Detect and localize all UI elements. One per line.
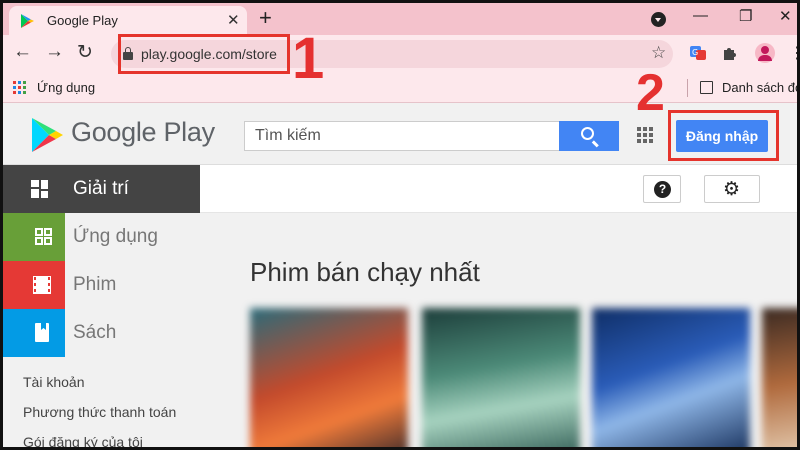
google-play-logo-icon[interactable] (27, 115, 67, 155)
help-icon: ? (654, 181, 671, 198)
search-button[interactable] (559, 121, 619, 151)
restore-button[interactable]: ❐ (739, 7, 752, 25)
reload-button[interactable]: ↻ (77, 41, 93, 64)
reading-list-link[interactable]: Danh sách đọ (722, 80, 797, 95)
sidebar-item-label: Phim (73, 274, 117, 295)
help-button[interactable]: ? (643, 175, 681, 203)
movie-icon (3, 261, 65, 309)
bookmark-star-icon[interactable]: ☆ (651, 43, 666, 63)
back-button[interactable]: ← (13, 41, 32, 63)
link-payment-methods[interactable]: Phương thức thanh toán (23, 404, 176, 420)
forward-button[interactable]: → (45, 41, 64, 63)
movie-poster[interactable] (762, 308, 797, 447)
bookmark-apps-link[interactable]: Ứng dụng (37, 80, 95, 95)
google-apps-icon[interactable] (637, 127, 653, 143)
search-icon (581, 127, 594, 140)
apps-icon (3, 213, 65, 261)
link-subscriptions[interactable]: Gói đăng ký của tôi (23, 434, 143, 447)
google-play-wordmark[interactable]: Google Play (71, 117, 215, 148)
bookmarks-separator (687, 79, 688, 97)
tab-google-play[interactable]: Google Play ✕ (9, 6, 247, 35)
sidebar-item-movies[interactable]: Phim (3, 261, 200, 309)
main-action-bar: ? ⚙ (200, 165, 797, 213)
account-links: Tài khoản Phương thức thanh toán Gói đăn… (3, 357, 200, 447)
search-input[interactable]: Tìm kiếm (244, 121, 560, 151)
tab-strip: Google Play ✕ + — ❐ ✕ (3, 3, 797, 35)
new-tab-button[interactable]: + (259, 5, 272, 31)
apps-shortcut-icon[interactable] (13, 81, 26, 94)
extensions-puzzle-icon[interactable] (721, 44, 739, 62)
link-account[interactable]: Tài khoản (23, 374, 84, 390)
search-placeholder: Tìm kiếm (255, 127, 321, 144)
movie-poster[interactable] (422, 308, 580, 447)
bookmarks-bar: Ứng dụng Danh sách đọ (3, 73, 797, 103)
chrome-menu-icon[interactable]: ⋮ (789, 43, 797, 63)
close-tab-icon[interactable]: ✕ (227, 11, 240, 29)
profile-dropdown-icon[interactable] (651, 12, 666, 27)
book-icon (3, 309, 65, 357)
svg-text:G: G (692, 48, 698, 57)
tab-title: Google Play (47, 13, 118, 28)
profile-avatar-icon[interactable] (755, 43, 775, 63)
category-sidebar: Giải trí Ứng dụng Phim Sách Tài khoản Ph… (3, 165, 200, 447)
entertainment-icon (3, 165, 65, 213)
section-title: Phim bán chạy nhất (250, 257, 480, 287)
translate-extension-icon[interactable]: G (689, 44, 707, 62)
step-number-1: 1 (292, 26, 325, 91)
screenshot-frame: Google Play ✕ + — ❐ ✕ ← → ↻ play.google.… (3, 3, 797, 447)
sidebar-item-label: Sách (73, 322, 117, 343)
step-number-2: 2 (636, 64, 665, 122)
settings-button[interactable]: ⚙ (704, 175, 760, 203)
sidebar-item-label: Ứng dụng (73, 226, 158, 247)
minimize-button[interactable]: — (693, 7, 708, 24)
main-content: ? ⚙ Phim bán chạy nhất (200, 165, 797, 447)
sidebar-item-entertainment[interactable]: Giải trí (3, 165, 200, 213)
sidebar-item-books[interactable]: Sách (3, 309, 200, 357)
reading-list-icon[interactable] (700, 81, 713, 94)
gear-icon: ⚙ (723, 179, 741, 200)
url-highlight-box (118, 34, 290, 74)
movie-poster[interactable] (250, 308, 408, 447)
sidebar-item-apps[interactable]: Ứng dụng (3, 213, 200, 261)
movie-poster[interactable] (592, 308, 750, 447)
google-play-favicon-icon (21, 14, 34, 28)
sidebar-item-label: Giải trí (73, 178, 129, 199)
signin-highlight-box (668, 110, 779, 161)
close-window-button[interactable]: ✕ (779, 7, 792, 25)
